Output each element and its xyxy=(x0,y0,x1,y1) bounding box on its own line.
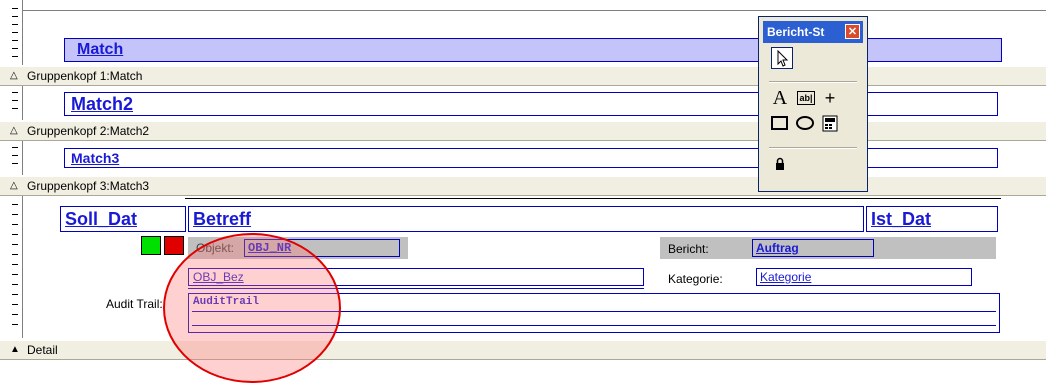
match-field-text: Match xyxy=(77,41,124,58)
textbox-ab-icon[interactable]: ab| xyxy=(797,91,815,105)
section-header-group2-label: Gruppenkopf 2:Match2 xyxy=(27,124,150,138)
bericht-label: Bericht: xyxy=(668,242,709,256)
report-top-border xyxy=(22,10,1046,11)
kategorie-value-text: Kategorie xyxy=(760,270,812,284)
bericht-value-text: Auftrag xyxy=(756,241,799,255)
betreff-field-text: Betreff xyxy=(193,209,252,229)
green-status-box[interactable] xyxy=(141,236,161,255)
red-status-box[interactable] xyxy=(164,236,184,255)
soll-dat-field[interactable]: Soll_Dat xyxy=(60,206,186,232)
triangle-up-outline-icon: △ xyxy=(10,125,18,136)
vertical-ruler-detail xyxy=(0,194,23,338)
line-icon[interactable]: + xyxy=(821,87,839,109)
betreff-field[interactable]: Betreff xyxy=(188,206,864,232)
section-header-detail-label: Detail xyxy=(27,343,58,357)
match3-field-text: Match3 xyxy=(71,150,120,166)
toolbox-title: Bericht-St xyxy=(767,25,825,39)
close-icon[interactable]: ✕ xyxy=(845,24,860,39)
ist-dat-field-text: Ist_Dat xyxy=(871,209,932,229)
lock-icon[interactable] xyxy=(773,157,787,173)
rectangle-icon[interactable] xyxy=(771,115,789,131)
section-header-group2[interactable]: △ Gruppenkopf 2:Match2 xyxy=(0,121,1046,141)
triangle-up-outline-icon: △ xyxy=(10,180,18,191)
bericht-value-field[interactable]: Auftrag xyxy=(752,239,874,257)
ellipse-icon[interactable] xyxy=(795,115,815,131)
section-header-group3[interactable]: △ Gruppenkopf 3:Match3 xyxy=(0,176,1046,196)
triangle-up-outline-icon: △ xyxy=(10,70,18,81)
pointer-arrow-icon[interactable] xyxy=(771,47,793,69)
triangle-up-filled-icon: ▲ xyxy=(10,344,20,355)
soll-dat-field-text: Soll_Dat xyxy=(65,209,138,229)
ist-dat-field[interactable]: Ist_Dat xyxy=(866,206,998,232)
match2-field-text: Match2 xyxy=(71,94,134,114)
vertical-ruler-top xyxy=(0,0,23,65)
audit-trail-label: Audit Trail: xyxy=(106,297,163,311)
report-toolbox-window[interactable]: Bericht-St ✕ A ab| + xyxy=(758,16,868,192)
section-header-group1-label: Gruppenkopf 1:Match xyxy=(27,69,143,83)
vertical-ruler-group3 xyxy=(0,139,23,175)
toolbox-title-bar[interactable]: Bericht-St ✕ xyxy=(763,21,863,43)
highlight-circle xyxy=(163,233,341,383)
vertical-ruler-group2 xyxy=(0,84,23,120)
kategorie-value-field[interactable]: Kategorie xyxy=(756,268,972,286)
ole-object-icon[interactable] xyxy=(821,115,839,133)
section-header-detail[interactable]: ▲ Detail xyxy=(0,340,1046,360)
section-header-group3-label: Gruppenkopf 3:Match3 xyxy=(27,179,150,193)
kategorie-label: Kategorie: xyxy=(668,272,723,286)
group3-top-line xyxy=(185,198,1001,199)
label-A-icon[interactable]: A xyxy=(769,87,791,109)
section-header-group1[interactable]: △ Gruppenkopf 1:Match xyxy=(0,66,1046,86)
